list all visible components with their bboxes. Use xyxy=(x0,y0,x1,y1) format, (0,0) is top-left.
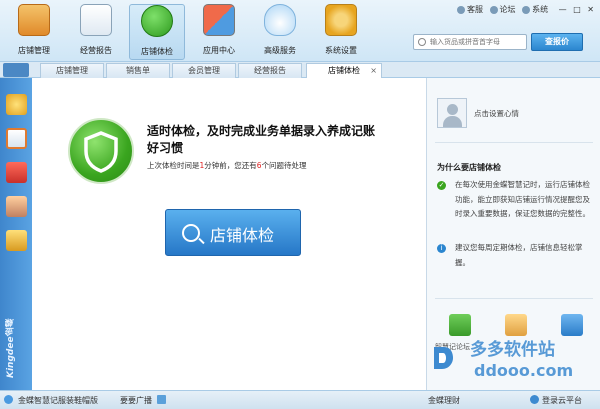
user-link[interactable]: 客服 xyxy=(457,5,483,14)
search-field[interactable] xyxy=(413,34,527,50)
status-bar: 金蝶智慧记服装鞋帽版 要要广播 金蝶理财 登录云平台 xyxy=(0,390,600,409)
status-suffix: 个问题待处理 xyxy=(261,161,307,170)
toolbar-app-center[interactable]: 应用中心 xyxy=(191,4,247,60)
toolbar-label: 经营报告 xyxy=(80,46,112,55)
calendar-icon[interactable] xyxy=(6,162,27,183)
shield-icon xyxy=(141,5,173,37)
book-icon[interactable] xyxy=(505,314,527,336)
tab-label: 店铺管理 xyxy=(56,66,88,75)
cloud-icon xyxy=(264,4,296,36)
toolbar-label: 店铺体检 xyxy=(141,47,173,56)
tab-store-checkup[interactable]: 店铺体检 × xyxy=(306,63,382,79)
tab-store-management[interactable]: 店铺管理 xyxy=(40,63,104,78)
search-price-button[interactable]: 查报价 xyxy=(531,33,583,51)
help-icon[interactable] xyxy=(561,314,583,336)
speaker-icon[interactable] xyxy=(157,395,166,404)
tab-label: 销售单 xyxy=(126,66,150,75)
grid-menu-icon[interactable] xyxy=(3,63,29,77)
watermark-text: 多多软件站 xyxy=(470,340,555,360)
forum-icon xyxy=(489,5,498,14)
coin-icon[interactable] xyxy=(6,94,27,115)
forum-icon[interactable] xyxy=(449,314,471,336)
divider xyxy=(435,298,593,299)
left-sidebar: Kingdee金蝶 xyxy=(0,78,32,390)
tab-member-management[interactable]: 会员管理 xyxy=(172,63,236,78)
close-icon[interactable]: × xyxy=(370,64,377,78)
app-cube-icon xyxy=(203,4,235,36)
finance-link[interactable]: 金蝶理财 xyxy=(428,395,460,406)
app-window: 店铺管理 经营报告 店铺体检 应用中心 高级服务 系统设置 客服 论坛 系统 —… xyxy=(0,0,600,409)
info-circle-icon: i xyxy=(437,244,446,253)
product-edition-label: 金蝶智慧记服装鞋帽版 xyxy=(18,396,98,405)
contacts-icon[interactable] xyxy=(6,196,27,217)
avatar[interactable] xyxy=(437,98,467,128)
toolbar-label: 店铺管理 xyxy=(18,46,50,55)
tab-label: 会员管理 xyxy=(188,66,220,75)
main-toolbar: 店铺管理 经营报告 店铺体检 应用中心 高级服务 系统设置 客服 论坛 系统 —… xyxy=(0,0,600,62)
toolbar-label: 应用中心 xyxy=(203,46,235,55)
storefront-icon xyxy=(18,4,50,36)
toolbar-business-report[interactable]: 经营报告 xyxy=(68,4,124,60)
watermark-url: ddooo.com xyxy=(474,361,574,380)
checkup-main-panel: 适时体检，及时完成业务单据录入养成记账好习惯 上次体检时间是1分钟前，您还有6个… xyxy=(32,78,425,390)
check-circle-icon: ✓ xyxy=(437,181,446,190)
run-checkup-label: 店铺体检 xyxy=(210,226,275,245)
tab-sales-order[interactable]: 销售单 xyxy=(106,63,170,78)
tab-business-report[interactable]: 经营报告 xyxy=(238,63,302,78)
forum-link[interactable]: 论坛 xyxy=(489,5,516,14)
notebook-icon[interactable] xyxy=(6,128,27,149)
tip-text: 建议您每周定期体检，店铺信息轻松掌握。 xyxy=(455,243,583,267)
mood-setting-link[interactable]: 点击设置心情 xyxy=(474,108,519,119)
brand-logo: Kingdee金蝶 xyxy=(6,318,16,378)
system-menu-link[interactable]: 系统 xyxy=(522,5,548,14)
minimize-button[interactable]: — xyxy=(559,5,567,14)
run-checkup-button[interactable]: 店铺体检 xyxy=(165,209,301,256)
checkup-headline: 适时体检，及时完成业务单据录入养成记账好习惯 xyxy=(147,124,376,155)
tab-bar: 店铺管理 销售单 会员管理 经营报告 店铺体检 × xyxy=(0,62,600,79)
tip-text: 在每次使用金蝶智慧记时，运行店铺体检功能，能立即获知店铺运行情况提醒您及时录入重… xyxy=(455,180,590,218)
why-checkup-title: 为什么要店铺体检 xyxy=(437,163,501,172)
close-window-button[interactable]: ✕ xyxy=(587,5,594,14)
toolbar-store-checkup[interactable]: 店铺体检 xyxy=(129,4,185,60)
toolbar-label: 高级服务 xyxy=(264,46,296,55)
tip-item: i 建议您每周定期体检，店铺信息轻松掌握。 xyxy=(437,241,593,270)
toolbar-system-settings[interactable]: 系统设置 xyxy=(313,4,369,60)
top-links: 客服 论坛 系统 — □ ✕ xyxy=(453,4,594,15)
status-prefix: 上次体检时间是 xyxy=(147,161,200,170)
cloud-login-link[interactable]: 登录云平台 xyxy=(542,395,582,406)
tab-label: 经营报告 xyxy=(254,66,286,75)
shield-badge-icon xyxy=(68,118,134,184)
checkup-status-text: 上次体检时间是1分钟前，您还有6个问题待处理 xyxy=(147,160,307,171)
toolbar-label: 系统设置 xyxy=(325,46,357,55)
report-chart-icon xyxy=(80,4,112,36)
search-icon xyxy=(418,38,426,46)
tip-item: ✓ 在每次使用金蝶智慧记时，运行店铺体检功能，能立即获知店铺运行情况提醒您及时录… xyxy=(437,178,593,222)
magnify-plus-icon xyxy=(182,224,200,242)
gear-icon xyxy=(325,4,357,36)
kingdee-icon xyxy=(4,395,13,404)
tab-label: 店铺体检 xyxy=(328,66,360,75)
ledger-icon[interactable] xyxy=(6,230,27,251)
status-mid: 分钟前，您还有 xyxy=(204,161,257,170)
gear-icon xyxy=(522,5,531,14)
toolbar-premium-services[interactable]: 高级服务 xyxy=(252,4,308,60)
user-icon xyxy=(457,5,465,14)
divider xyxy=(435,142,593,143)
toolbar-store-management[interactable]: 店铺管理 xyxy=(6,4,62,60)
broadcast-link[interactable]: 要要广播 xyxy=(120,395,152,406)
maximize-button[interactable]: □ xyxy=(573,5,581,14)
watermark-logo xyxy=(434,347,453,369)
cloud-icon xyxy=(530,395,539,404)
search-input[interactable] xyxy=(430,36,525,48)
